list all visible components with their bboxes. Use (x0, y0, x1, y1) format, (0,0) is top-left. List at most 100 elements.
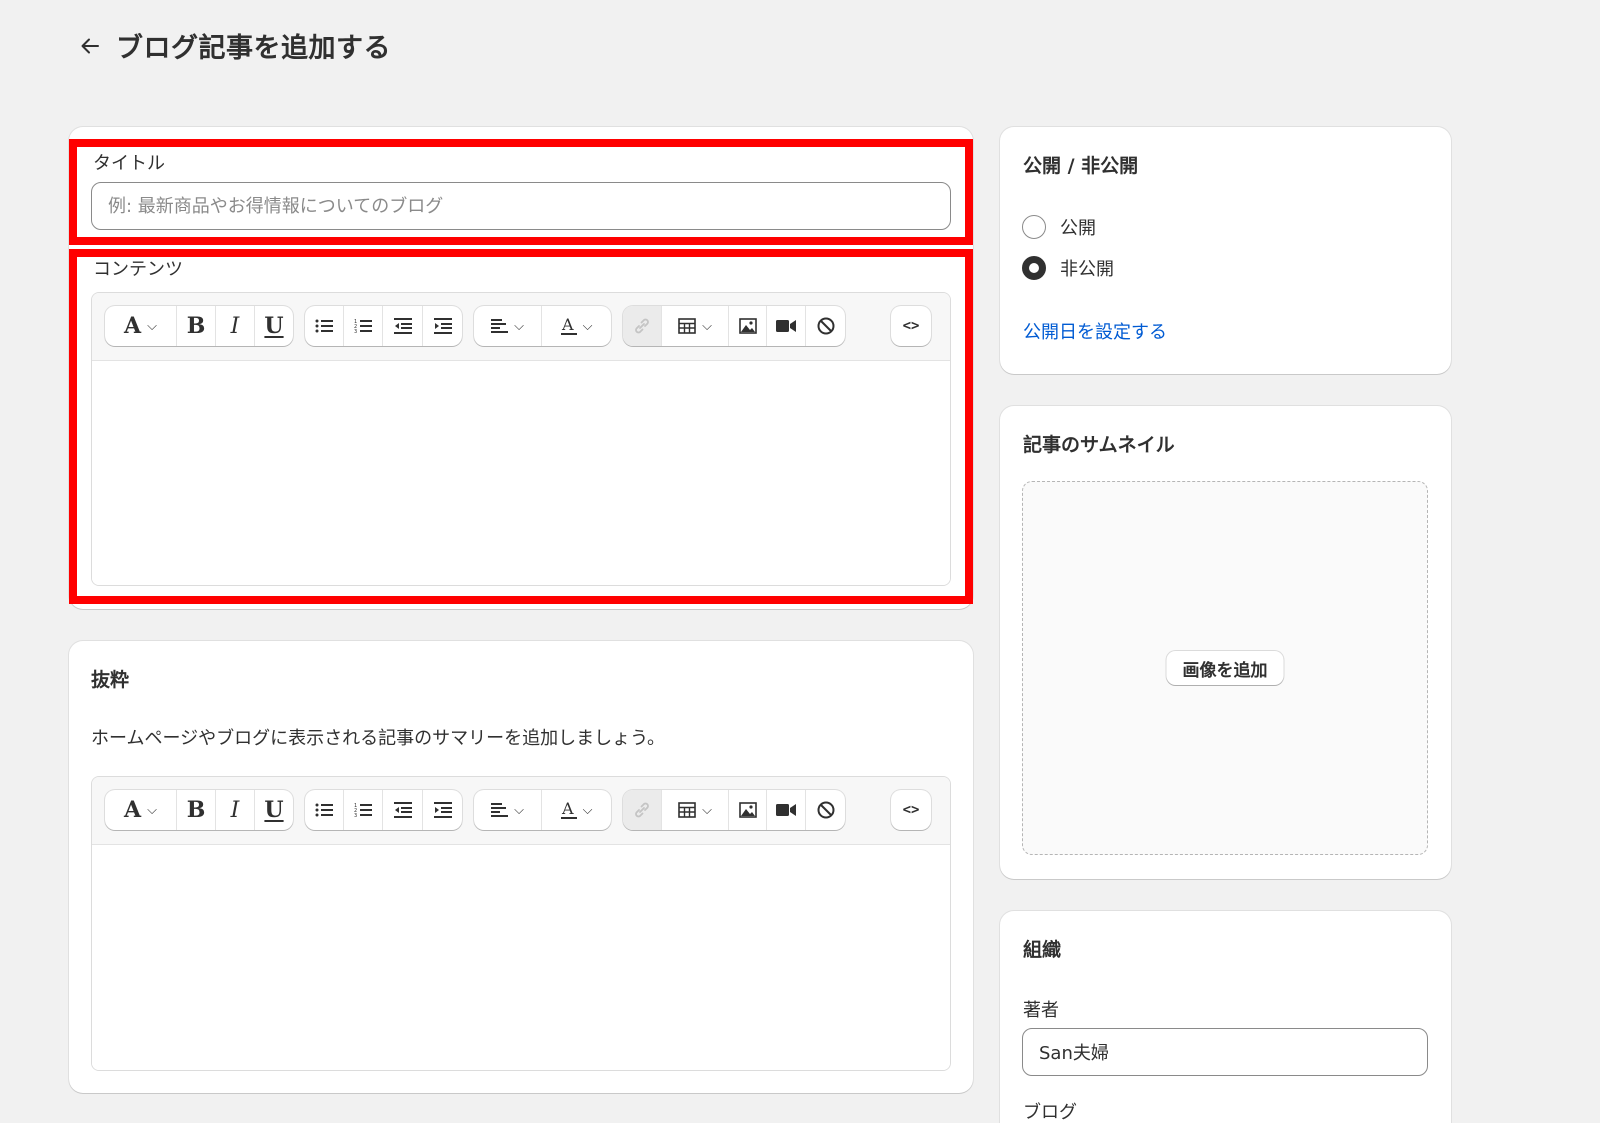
list-group: 123 (305, 306, 462, 346)
page-title: ブログ記事を追加する (116, 33, 391, 64)
text-style-icon: A (124, 797, 142, 823)
align-icon (491, 319, 509, 333)
radio-button[interactable] (1022, 215, 1046, 239)
italic-icon: I (230, 797, 240, 823)
indent-button[interactable] (423, 306, 462, 346)
text-color-icon: A (560, 316, 577, 335)
italic-button[interactable]: I (216, 306, 255, 346)
excerpt-editor-area[interactable] (92, 845, 950, 1070)
code-icon: <> (902, 318, 920, 334)
italic-button[interactable]: I (216, 790, 255, 830)
main-content-card: タイトル コンテンツ A⌵ B I U 123 (69, 127, 973, 609)
table-icon (678, 802, 696, 818)
outdent-icon (393, 318, 412, 334)
text-format-group: A ⌵ B I U (105, 306, 293, 346)
numbered-list-button[interactable]: 123 (344, 790, 383, 830)
chevron-down-icon: ⌵ (514, 318, 524, 334)
indent-icon (433, 318, 452, 334)
code-icon: <> (902, 802, 920, 818)
excerpt-editor-toolbar: A ⌵ B I U 123 ⌵ A ⌵ ⌵ <> (92, 777, 950, 845)
bullet-list-icon (315, 319, 333, 333)
text-color-icon: A (560, 800, 577, 819)
link-button[interactable] (623, 306, 662, 346)
link-icon (635, 802, 649, 818)
bold-button[interactable]: B (177, 790, 216, 830)
organization-heading: 組織 (1023, 939, 1062, 961)
content-editor-area[interactable] (92, 361, 950, 585)
table-icon (678, 318, 696, 334)
video-button[interactable] (767, 790, 806, 830)
clear-format-icon (817, 801, 834, 819)
image-icon (738, 802, 757, 818)
bold-icon: B (186, 797, 206, 823)
insert-group: ⌵ (623, 790, 845, 830)
radio-option-public[interactable]: 公開 (1022, 214, 1096, 240)
video-button[interactable] (767, 306, 806, 346)
text-format-group: A ⌵ B I U (105, 790, 293, 830)
image-dropzone[interactable]: 画像を追加 (1022, 481, 1428, 855)
text-color-button[interactable]: A ⌵ (542, 790, 611, 830)
link-icon (635, 318, 649, 334)
author-label: 著者 (1023, 1000, 1059, 1021)
alignment-group: ⌵ A ⌵ (474, 790, 611, 830)
italic-icon: I (230, 313, 240, 339)
indent-icon (433, 802, 452, 818)
excerpt-heading: 抜粋 (91, 669, 130, 691)
svg-text:A: A (561, 316, 574, 334)
content-editor-toolbar: A ⌵ B I U 123 ⌵ A ⌵ ⌵ <> (92, 293, 950, 361)
organization-card: 組織 著者 ブログ (1000, 911, 1451, 1123)
excerpt-description: ホームページやブログに表示される記事のサマリーを追加しましょう。 (91, 728, 666, 749)
bullet-list-button[interactable] (305, 790, 344, 830)
underline-button[interactable]: U (255, 306, 293, 346)
image-button[interactable] (729, 790, 767, 830)
thumbnail-heading: 記事のサムネイル (1023, 434, 1175, 456)
visibility-heading: 公開 / 非公開 (1023, 155, 1139, 177)
align-icon (491, 803, 509, 817)
add-image-button[interactable]: 画像を追加 (1166, 651, 1284, 685)
align-button[interactable]: ⌵ (474, 790, 542, 830)
title-input[interactable] (91, 182, 951, 230)
list-group: 123 (305, 790, 462, 830)
indent-button[interactable] (423, 790, 462, 830)
outdent-button[interactable] (383, 790, 423, 830)
chevron-down-icon: ⌵ (582, 318, 593, 334)
set-publish-date-link[interactable]: 公開日を設定する (1023, 318, 1167, 344)
text-style-button[interactable]: A ⌵ (105, 306, 177, 346)
alignment-group: ⌵ A ⌵ (474, 306, 611, 346)
link-button[interactable] (623, 790, 662, 830)
numbered-list-icon: 123 (354, 803, 372, 818)
text-style-button[interactable]: A ⌵ (105, 790, 177, 830)
table-button[interactable]: ⌵ (662, 790, 729, 830)
content-label: コンテンツ (93, 259, 183, 280)
video-icon (776, 804, 796, 816)
radio-option-private[interactable]: 非公開 (1022, 255, 1114, 281)
svg-text:3: 3 (354, 329, 357, 334)
page-header: ブログ記事を追加する (76, 26, 391, 65)
clear-format-button[interactable] (806, 306, 845, 346)
image-button[interactable] (729, 306, 767, 346)
code-view-button[interactable]: <> (891, 790, 931, 830)
align-button[interactable]: ⌵ (474, 306, 542, 346)
back-button[interactable] (76, 32, 104, 60)
radio-label: 非公開 (1060, 259, 1114, 280)
table-button[interactable]: ⌵ (662, 306, 729, 346)
image-icon (738, 318, 757, 334)
underline-button[interactable]: U (255, 790, 293, 830)
outdent-icon (393, 802, 412, 818)
clear-format-button[interactable] (806, 790, 845, 830)
code-view-button[interactable]: <> (891, 306, 931, 346)
chevron-down-icon: ⌵ (147, 318, 157, 334)
code-group: <> (891, 306, 931, 346)
radio-button[interactable] (1022, 256, 1046, 280)
text-color-button[interactable]: A ⌵ (542, 306, 611, 346)
underline-icon: U (264, 797, 284, 823)
video-icon (776, 320, 796, 332)
outdent-button[interactable] (383, 306, 423, 346)
numbered-list-icon: 123 (354, 319, 372, 334)
numbered-list-button[interactable]: 123 (344, 306, 383, 346)
chevron-down-icon: ⌵ (147, 802, 157, 818)
bullet-list-button[interactable] (305, 306, 344, 346)
bold-icon: B (186, 313, 206, 339)
bold-button[interactable]: B (177, 306, 216, 346)
author-input[interactable] (1022, 1028, 1428, 1076)
